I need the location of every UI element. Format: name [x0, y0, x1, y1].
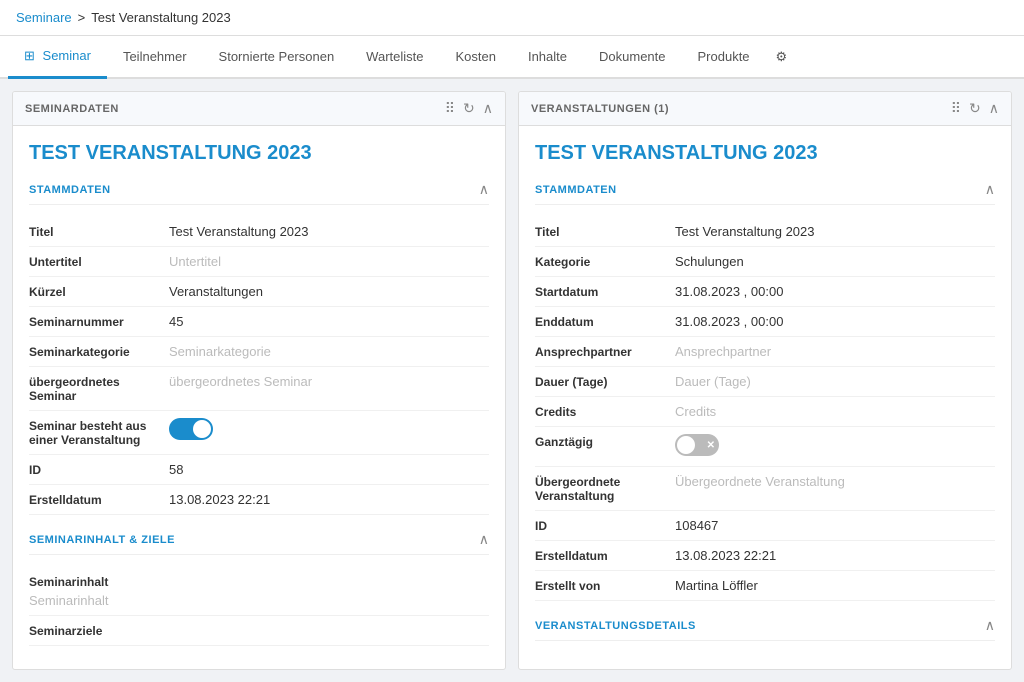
table-row: Erstelldatum 13.08.2023 22:21 [29, 485, 489, 515]
tabs-bar: ⊞ Seminar Teilnehmer Stornierte Personen… [0, 36, 1024, 79]
stammdaten-section-header: STAMMDATEN ∧ [29, 181, 489, 205]
table-row: Erstellt von Martina Löffler [535, 571, 995, 601]
tab-dokumente[interactable]: Dokumente [583, 37, 681, 79]
stammdaten-section-title: STAMMDATEN [29, 184, 111, 196]
table-row: Titel Test Veranstaltung 2023 [29, 217, 489, 247]
collapse-icon[interactable]: ∧ [483, 100, 493, 117]
table-row: Seminarinhalt Seminarinhalt [29, 567, 489, 616]
table-row: Seminarnummer 45 [29, 307, 489, 337]
table-row: Untertitel Untertitel [29, 247, 489, 277]
seminarinhalt-section-title: SEMINARINHALT & ZIELE [29, 534, 175, 546]
seminardaten-actions: ⠿ ↻ ∧ [445, 100, 493, 117]
toggle-knob [193, 420, 211, 438]
stammdaten-right-collapse-icon[interactable]: ∧ [985, 181, 995, 198]
drag-icon-right[interactable]: ⠿ [951, 100, 961, 117]
veranstaltungen-title: VERANSTALTUNGEN (1) [531, 103, 669, 115]
main-content: SEMINARDATEN ⠿ ↻ ∧ TEST VERANSTALTUNG 20… [0, 79, 1024, 682]
veranstaltungen-panel: VERANSTALTUNGEN (1) ⠿ ↻ ∧ TEST VERANSTAL… [518, 91, 1012, 670]
veranstaltungsdetails-collapse-icon[interactable]: ∧ [985, 617, 995, 634]
seminar-main-title: TEST VERANSTALTUNG 2023 [29, 142, 489, 165]
breadcrumb-current: Test Veranstaltung 2023 [91, 10, 231, 25]
seminardaten-body: TEST VERANSTALTUNG 2023 STAMMDATEN ∧ Tit… [13, 126, 505, 662]
toggle-x-label: ✕ [707, 440, 715, 451]
seminar-besteht-toggle[interactable] [169, 418, 213, 440]
collapse-icon-right[interactable]: ∧ [989, 100, 999, 117]
table-row: Kategorie Schulungen [535, 247, 995, 277]
tab-stornierte-personen[interactable]: Stornierte Personen [203, 37, 351, 79]
veranstaltungen-actions: ⠿ ↻ ∧ [951, 100, 999, 117]
veranstaltungen-panel-header: VERANSTALTUNGEN (1) ⠿ ↻ ∧ [519, 92, 1011, 126]
table-row: Seminarziele [29, 616, 489, 646]
table-row: Enddatum 31.08.2023 , 00:00 [535, 307, 995, 337]
seminarinhalt-section-header: SEMINARINHALT & ZIELE ∧ [29, 531, 489, 555]
table-row: Ganztägig ✕ [535, 427, 995, 467]
ganztaegig-toggle[interactable]: ✕ [675, 434, 719, 456]
veranstaltungsdetails-section-title: VERANSTALTUNGSDETAILS [535, 620, 696, 632]
table-row: Dauer (Tage) Dauer (Tage) [535, 367, 995, 397]
stammdaten-right-section-header: STAMMDATEN ∧ [535, 181, 995, 205]
table-row: Ansprechpartner Ansprechpartner [535, 337, 995, 367]
seminardaten-panel-header: SEMINARDATEN ⠿ ↻ ∧ [13, 92, 505, 126]
table-row: ID 108467 [535, 511, 995, 541]
veranstaltungsdetails-section-header: VERANSTALTUNGSDETAILS ∧ [535, 617, 995, 641]
table-row: Seminarkategorie Seminarkategorie [29, 337, 489, 367]
tab-inhalte[interactable]: Inhalte [512, 37, 583, 79]
veranstaltungen-body: TEST VERANSTALTUNG 2023 STAMMDATEN ∧ Tit… [519, 126, 1011, 669]
table-row: ID 58 [29, 455, 489, 485]
table-row: Credits Credits [535, 397, 995, 427]
table-row: Startdatum 31.08.2023 , 00:00 [535, 277, 995, 307]
breadcrumb-link[interactable]: Seminare [16, 10, 72, 25]
table-row: Erstelldatum 13.08.2023 22:21 [535, 541, 995, 571]
veranstaltung-main-title: TEST VERANSTALTUNG 2023 [535, 142, 995, 165]
table-row: übergeordnetesSeminar übergeordnetes Sem… [29, 367, 489, 411]
tab-produkte[interactable]: Produkte [682, 37, 766, 79]
toggle-knob-off [677, 436, 695, 454]
seminardaten-title: SEMINARDATEN [25, 103, 119, 115]
tab-kosten[interactable]: Kosten [439, 37, 511, 79]
stammdaten-right-section-title: STAMMDATEN [535, 184, 617, 196]
tab-teilnehmer[interactable]: Teilnehmer [107, 37, 203, 79]
seminardaten-panel: SEMINARDATEN ⠿ ↻ ∧ TEST VERANSTALTUNG 20… [12, 91, 506, 670]
refresh-icon[interactable]: ↻ [463, 100, 475, 117]
stammdaten-collapse-icon[interactable]: ∧ [479, 181, 489, 198]
table-row: Seminar besteht auseiner Veranstaltung [29, 411, 489, 455]
breadcrumb: Seminare > Test Veranstaltung 2023 [0, 0, 1024, 36]
breadcrumb-separator: > [78, 10, 86, 25]
seminar-grid-icon: ⊞ [24, 48, 35, 63]
table-row: ÜbergeordneteVeranstaltung Übergeordnete… [535, 467, 995, 511]
tab-warteliste[interactable]: Warteliste [350, 37, 439, 79]
tab-seminar[interactable]: ⊞ Seminar [8, 36, 107, 79]
settings-gear-button[interactable]: ⚙ [766, 37, 798, 77]
seminarinhalt-collapse-icon[interactable]: ∧ [479, 531, 489, 548]
table-row: Kürzel Veranstaltungen [29, 277, 489, 307]
table-row: Titel Test Veranstaltung 2023 [535, 217, 995, 247]
drag-icon[interactable]: ⠿ [445, 100, 455, 117]
refresh-icon-right[interactable]: ↻ [969, 100, 981, 117]
